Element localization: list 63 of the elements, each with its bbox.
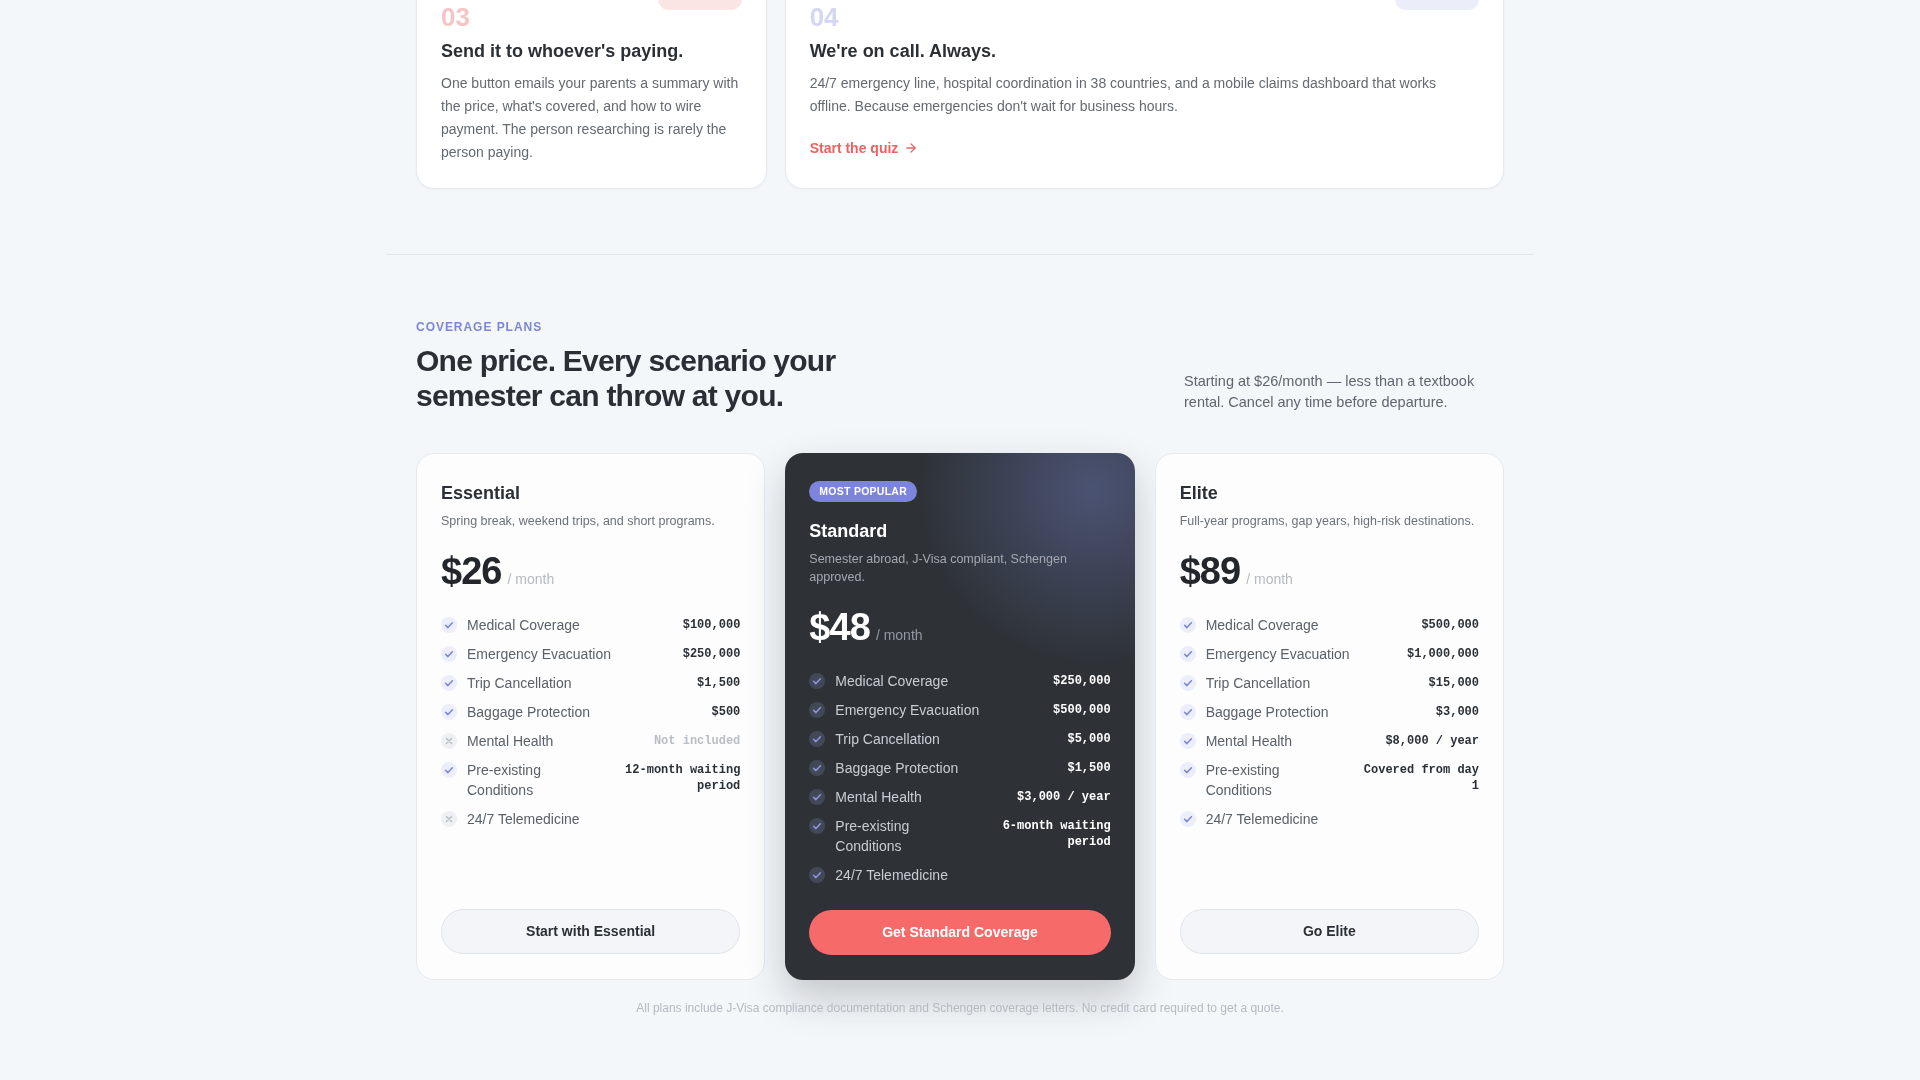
feature-label: Baggage Protection — [835, 759, 960, 778]
feature-label: Medical Coverage — [1205, 616, 1320, 635]
feature-value: 12-month waiting period — [624, 762, 741, 794]
plan-price: $48 — [809, 605, 870, 649]
feature-value: $3,000 / year — [1017, 789, 1111, 805]
feature-value: $250,000 — [1053, 673, 1111, 689]
card-heading: Send it to whoever's paying. — [441, 40, 685, 63]
feature-label: Trip Cancellation — [1205, 674, 1312, 693]
feature-label: 24/7 Telemedicine — [1205, 810, 1320, 829]
feature-value: $250,000 — [682, 646, 741, 662]
feature-value: $1,000,000 — [1407, 646, 1479, 662]
feature-value: $15,000 — [1428, 675, 1479, 691]
section-eyebrow: COVERAGE PLANS — [416, 319, 544, 335]
feature-label: Medical Coverage — [835, 672, 950, 691]
plan-name: Standard — [809, 520, 889, 542]
section-intro: Starting at $26/month — less than a textbook rental. Cancel any time before departure. — [1184, 372, 1476, 412]
feature-value: $1,500 — [697, 675, 741, 691]
feature-value: $500,000 — [1421, 617, 1479, 633]
feature-value: $500,000 — [1053, 702, 1111, 718]
plan-price: $26 — [441, 549, 502, 593]
arrow-right-icon — [904, 141, 919, 155]
feature-value: $1,500 — [1067, 760, 1111, 776]
price-period: / month — [875, 626, 923, 645]
plan-button[interactable]: Start with Essential — [441, 909, 741, 954]
feature-label: Baggage Protection — [467, 703, 591, 722]
plan-name: Essential — [441, 482, 522, 504]
feature-label: Emergency Evacuation — [835, 701, 981, 720]
feature-value: 6-month waiting period — [1001, 818, 1111, 850]
feature-label: Emergency Evacuation — [1205, 645, 1351, 664]
feature-label: Trip Cancellation — [467, 674, 573, 693]
plan-name: Elite — [1179, 482, 1219, 504]
card-heading: We're on call. Always. — [809, 40, 997, 63]
feature-value: $100,000 — [682, 617, 741, 633]
plan-description: Spring break, weekend trips, and short programs. — [441, 513, 716, 530]
plan-description: Semester abroad, J-Visa compliant, Schengen approved. — [809, 551, 1068, 586]
feature-value: $5,000 — [1067, 731, 1111, 747]
card-text: One button emails your parents a summary with the price, what's covered, and how to wire payment. The person researching is rarely the person paying. — [441, 74, 740, 162]
feature-label: Trip Cancellation — [835, 730, 941, 749]
feature-label: Mental Health — [467, 732, 555, 751]
price-period: / month — [507, 570, 555, 589]
feature-value: $3,000 — [1435, 704, 1479, 720]
plan-price: $89 — [1179, 549, 1241, 593]
feature-label: Pre-existing Conditions — [467, 761, 542, 800]
feature-label: Pre-existing Conditions — [835, 817, 911, 856]
feature-label: Emergency Evacuation — [467, 645, 612, 664]
price-period: / month — [1246, 570, 1293, 589]
feature-value: Not included — [653, 733, 741, 749]
popular-badge: MOST POPULAR — [809, 481, 918, 502]
step-number: 03 — [441, 3, 470, 31]
feature-label: 24/7 Telemedicine — [835, 866, 949, 885]
feature-label: 24/7 Telemedicine — [467, 810, 581, 829]
feature-label: Mental Health — [1205, 732, 1294, 751]
feature-value: $500 — [711, 704, 741, 720]
card-text: 24/7 emergency line, hospital coordination in 38 countries, and a mobile claims dashboard that works offline. Because emergencies don't wait for business hours. — [809, 74, 1438, 116]
plan-button[interactable]: Go Elite — [1179, 909, 1479, 954]
feature-label: Medical Coverage — [467, 616, 581, 635]
feature-label: Pre-existing Conditions — [1205, 761, 1281, 800]
feature-value: $8,000 / year — [1385, 733, 1479, 749]
feature-label: Mental Health — [835, 788, 923, 807]
feature-label: Baggage Protection — [1205, 703, 1330, 722]
plan-description: Full-year programs, gap years, high-risk destinations. — [1179, 513, 1476, 530]
section-heading: One price. Every scenario your semester can throw at you. — [416, 343, 837, 413]
feature-value: Covered from day 1 — [1362, 762, 1479, 794]
